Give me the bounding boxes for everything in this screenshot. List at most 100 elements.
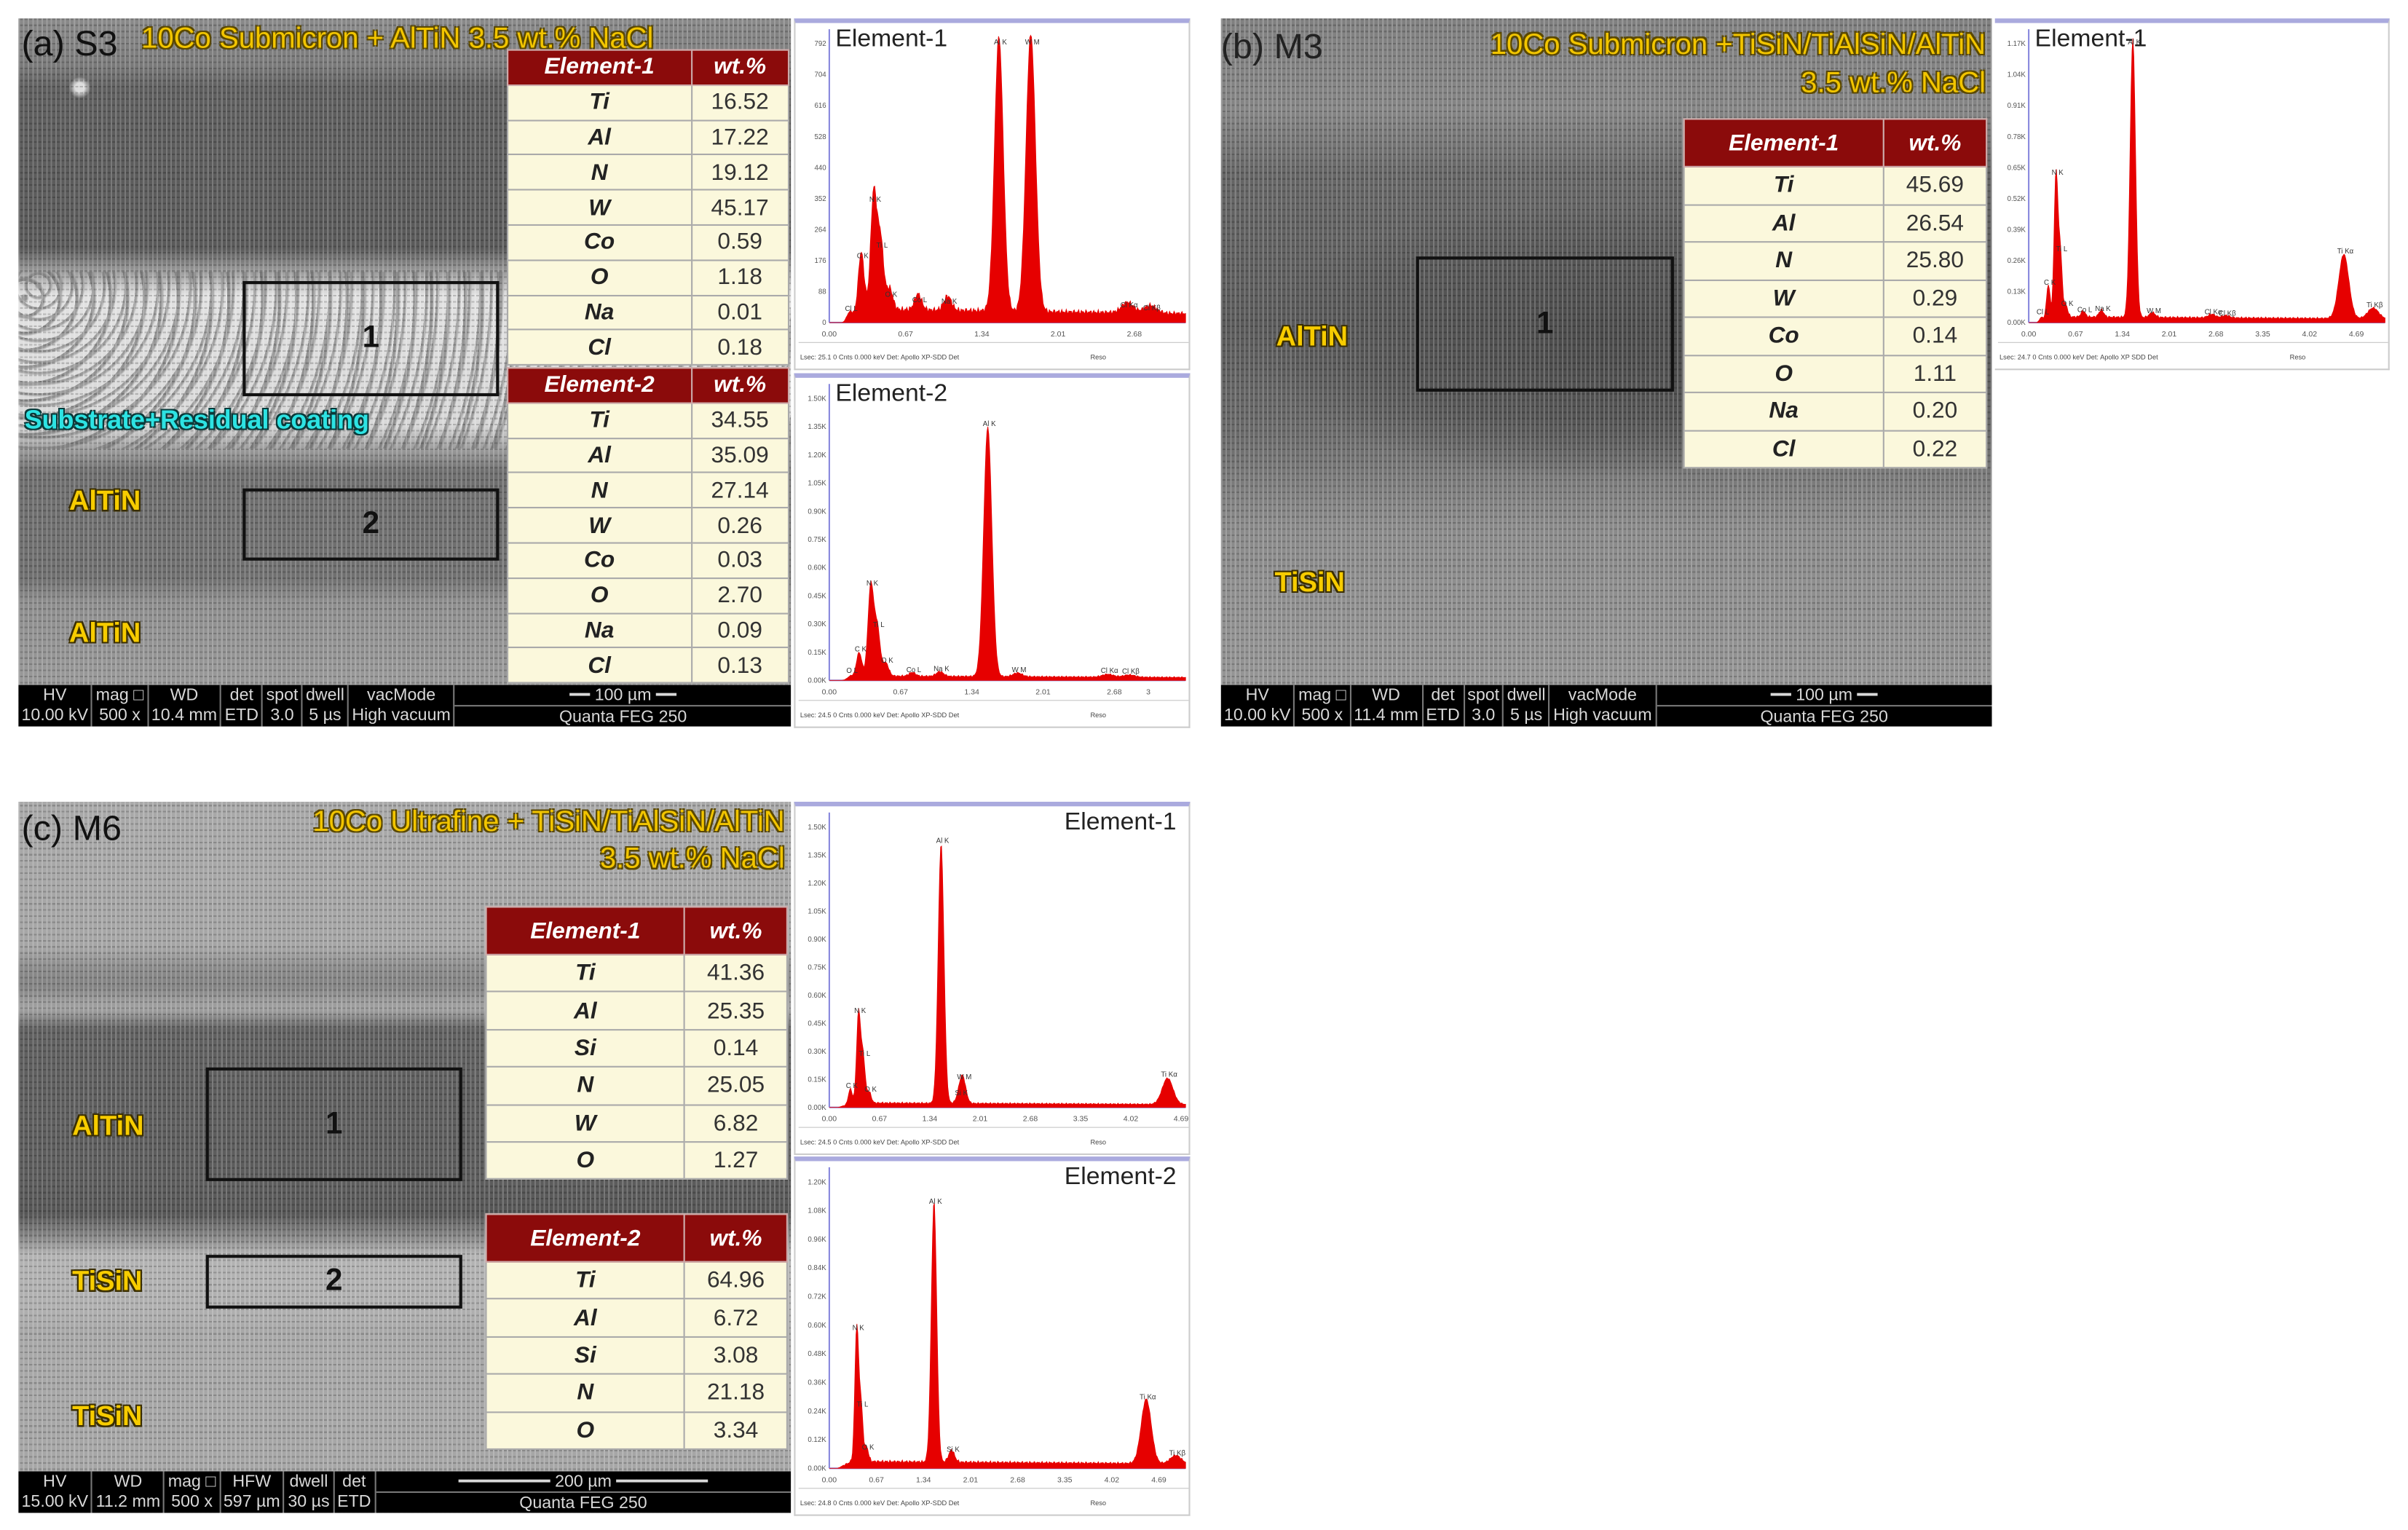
x-tick-label: 4.02 [1124,1115,1139,1124]
y-tick-label: 0.65K [2008,164,2026,172]
peak-label: W M [2147,307,2161,315]
peak-label: Al K [994,39,1007,47]
x-tick-label: 0.00 [822,687,837,696]
info-label: spot [266,685,299,705]
wt-percent-value: 19.12 [690,154,790,191]
info-value: 10.4 mm [151,706,218,725]
x-tick-label: 2.01 [963,1475,979,1484]
table-row: O 1.11 [1683,354,1988,393]
x-tick-label: 2.68 [1127,330,1142,339]
y-tick-label: 0.75K [808,536,826,544]
x-tick-label: 1.34 [964,687,979,696]
element-header: Element-1 [485,906,686,955]
y-tick-label: 0.91K [2008,102,2026,110]
element-symbol: Ti [485,953,686,993]
y-tick-label: 0.39K [2008,226,2026,234]
spectrum-title: Element-2 [1064,1164,1177,1191]
panel-tag: (c) M6 [21,808,122,848]
element-symbol: Na [507,294,692,331]
wt-percent-value: 0.29 [1882,278,1988,318]
y-tick-label: 528 [815,133,826,141]
element-symbol: Co [507,224,692,261]
peak-label: O K [2061,300,2074,308]
y-tick-label: 0.15K [808,1076,826,1084]
info-cell: HV 10.00 kV [18,685,93,727]
y-tick-label: 0.72K [808,1293,826,1301]
y-tick-label: 1.20K [808,880,826,888]
figure: (a) S3 10Co Submicron + AlTiN 3.5 wt.% N… [0,0,2408,1530]
element-symbol: N [485,1066,686,1105]
element-symbol: Ti [507,84,692,121]
wt-percent-header: wt.% [690,49,790,86]
scale-bar: ━━ 100 µm ━━ Quanta FEG 250 [1656,685,1992,727]
info-value: 3.0 [270,706,294,725]
element-symbol: Al [485,1298,686,1338]
info-value: 500 x [1301,706,1343,725]
y-tick-label: 0.00K [808,1104,826,1112]
table-row: Na 0.09 [507,612,790,649]
element-symbol: Ti [507,402,692,439]
table-row: W 0.26 [507,507,790,544]
roi-number: 1 [1536,306,1554,341]
sem-image-c: (c) M6 10Co Ultrafine + TiSiN/TiAlSiN/Al… [18,801,792,1513]
element-header: Element-1 [507,49,692,86]
info-value: 10.00 kV [21,706,89,725]
scale-bar: ━━ 100 µm ━━ Quanta FEG 250 [455,685,792,727]
element-symbol: Co [1683,316,1884,356]
info-label: mag □ [1298,685,1346,705]
spectrum-footer: Lsec: 24.7 0 Cnts 0.000 keV Det: Apollo … [2000,354,2158,361]
y-tick-label: 0.45K [808,592,826,600]
peak-label: Co L [912,296,928,304]
table-row: Ti 41.36 [485,953,788,993]
info-cell: HV 15.00 kV [18,1471,93,1513]
table-row: Cl 0.22 [1683,429,1988,469]
panel-title-line-2: 3.5 wt.% NaCl [1801,67,1986,100]
table-row: O 1.18 [507,259,790,296]
x-tick-label: 0.00 [822,1475,837,1484]
peak-label: N K [853,1325,865,1333]
scale-bar: ━━━━━━━━━ 200 µm ━━━━━━━━━ Quanta FEG 250 [375,1472,792,1513]
table-row: O 3.34 [485,1411,788,1450]
wt-percent-value: 35.09 [690,437,790,474]
element-symbol: O [507,259,692,296]
y-tick-label: 0.90K [808,936,826,944]
panel-title-line-1: 10Co Submicron +TiSiN/TiAlSiN/AlTiN [1490,29,1986,62]
peak-label: N K [2052,169,2064,177]
peak-label: Na K [2095,305,2111,313]
peak-label: Ti L [857,1400,869,1408]
peak-label: Cl Kβ [2219,309,2236,318]
spectrum-area [829,1203,1186,1469]
roi-number: 1 [325,1106,343,1141]
peak-label: Ti Kα [1140,1394,1156,1402]
peak-label: Ti L [858,1050,870,1058]
y-tick-label: 1.50K [808,395,826,403]
info-value: 3.0 [1472,706,1496,725]
y-tick-label: 616 [815,102,826,110]
table-row: Al 17.22 [507,119,790,156]
info-value: 500 x [99,706,141,725]
wt-percent-value: 16.52 [690,84,790,121]
y-tick-label: 88 [818,288,826,296]
wt-percent-value: 0.26 [690,507,790,544]
y-tick-label: 0.84K [808,1264,826,1272]
y-tick-label: 1.05K [808,907,826,915]
x-tick-label: 2.68 [1023,1115,1038,1124]
info-cell: dwell 5 µs [1504,685,1550,727]
peak-label: Ti L [2056,245,2068,253]
peak-label: Ti Kα [1161,1070,1177,1079]
wt-percent-value: 1.27 [684,1140,788,1180]
roi-number: 2 [325,1263,343,1298]
wt-percent-value: 45.17 [690,189,790,226]
spectrum-plot: 0.00K 0.12K 0.24K 0.36K 0.48K 0.60K 0.72K 0.84K… [798,1167,1189,1507]
table-row: Si 0.14 [485,1028,788,1068]
peak-label: O K [881,657,893,665]
peak-label: C K [857,252,869,260]
peak-label: Al K [936,837,950,845]
table-row: Cl 0.13 [507,647,790,684]
y-tick-label: 792 [815,40,826,48]
x-tick-label: 2.01 [1051,330,1066,339]
spectrum-title: Element-1 [1064,809,1177,836]
wt-percent-value: 26.54 [1882,203,1988,243]
wt-percent-value: 6.72 [684,1298,788,1338]
table-row: Al 6.72 [485,1298,788,1338]
